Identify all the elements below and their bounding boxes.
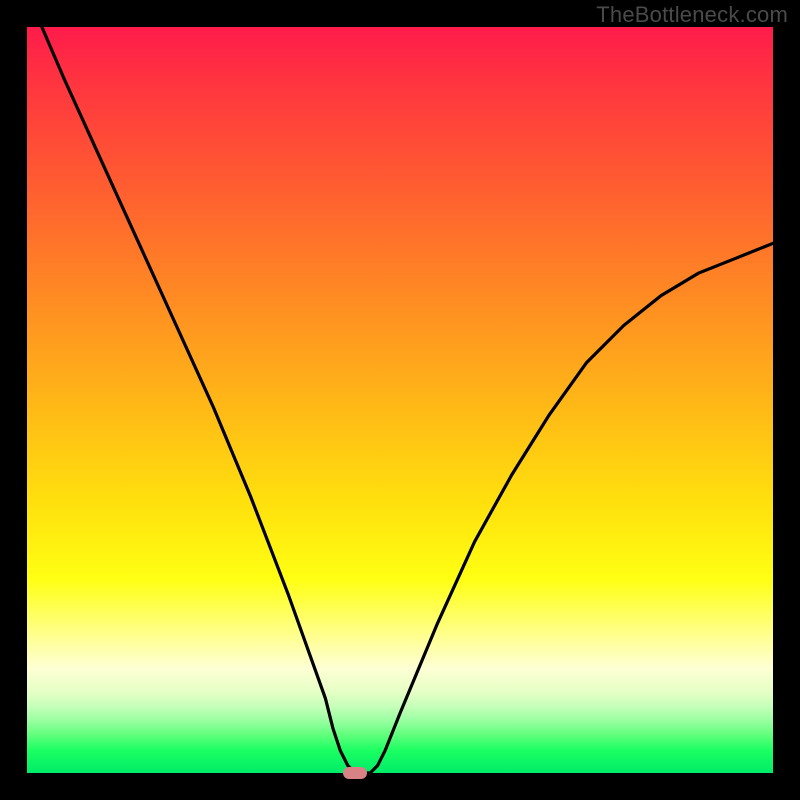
chart-frame: TheBottleneck.com xyxy=(0,0,800,800)
plot-area xyxy=(27,27,773,773)
curve-path xyxy=(42,27,773,773)
optimum-marker xyxy=(343,767,367,779)
watermark-text: TheBottleneck.com xyxy=(596,2,788,28)
bottleneck-curve xyxy=(27,27,773,773)
